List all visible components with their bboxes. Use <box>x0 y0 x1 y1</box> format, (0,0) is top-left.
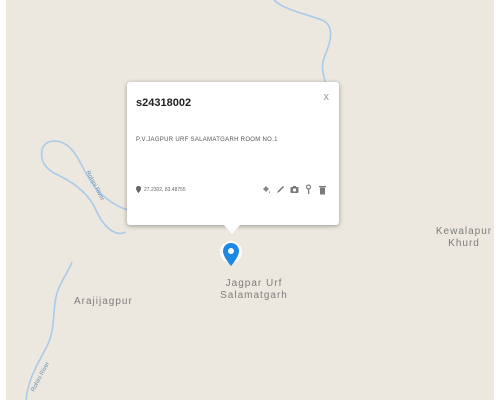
popup-actions <box>262 182 327 195</box>
pencil-icon[interactable] <box>276 182 285 193</box>
popup-coordinates: 27.2302, 83.48755 <box>136 186 186 193</box>
popup-title: s24318002 <box>136 97 192 109</box>
info-popup: s24318002 x P.V.JAGPUR URF SALAMATGARH R… <box>127 82 339 234</box>
paint-bucket-icon[interactable] <box>262 182 271 193</box>
popup-address: P.V.JAGPUR URF SALAMATGARH ROOM NO.1 <box>136 137 278 143</box>
key-icon[interactable] <box>304 182 313 194</box>
river-lower <box>25 261 73 400</box>
trash-icon[interactable] <box>318 182 327 195</box>
coordinates-text: 27.2302, 83.48755 <box>144 186 186 193</box>
place-label-kewalapur: Kewalapur Khurd <box>435 226 493 249</box>
close-icon[interactable]: x <box>324 91 330 103</box>
river-rohini <box>40 140 129 235</box>
map-canvas[interactable]: Rohini River Rohini River Arajijagpur Ke… <box>6 0 494 400</box>
location-pin-icon <box>136 186 141 193</box>
place-label-arajijagpur: Arajijagpur <box>74 296 133 307</box>
place-label-jagpur: Jagpar Urf Salamatgarh <box>220 278 288 301</box>
camera-icon[interactable] <box>290 182 299 193</box>
river-label: Rohini River <box>30 361 51 393</box>
location-pin-icon[interactable] <box>219 240 243 277</box>
